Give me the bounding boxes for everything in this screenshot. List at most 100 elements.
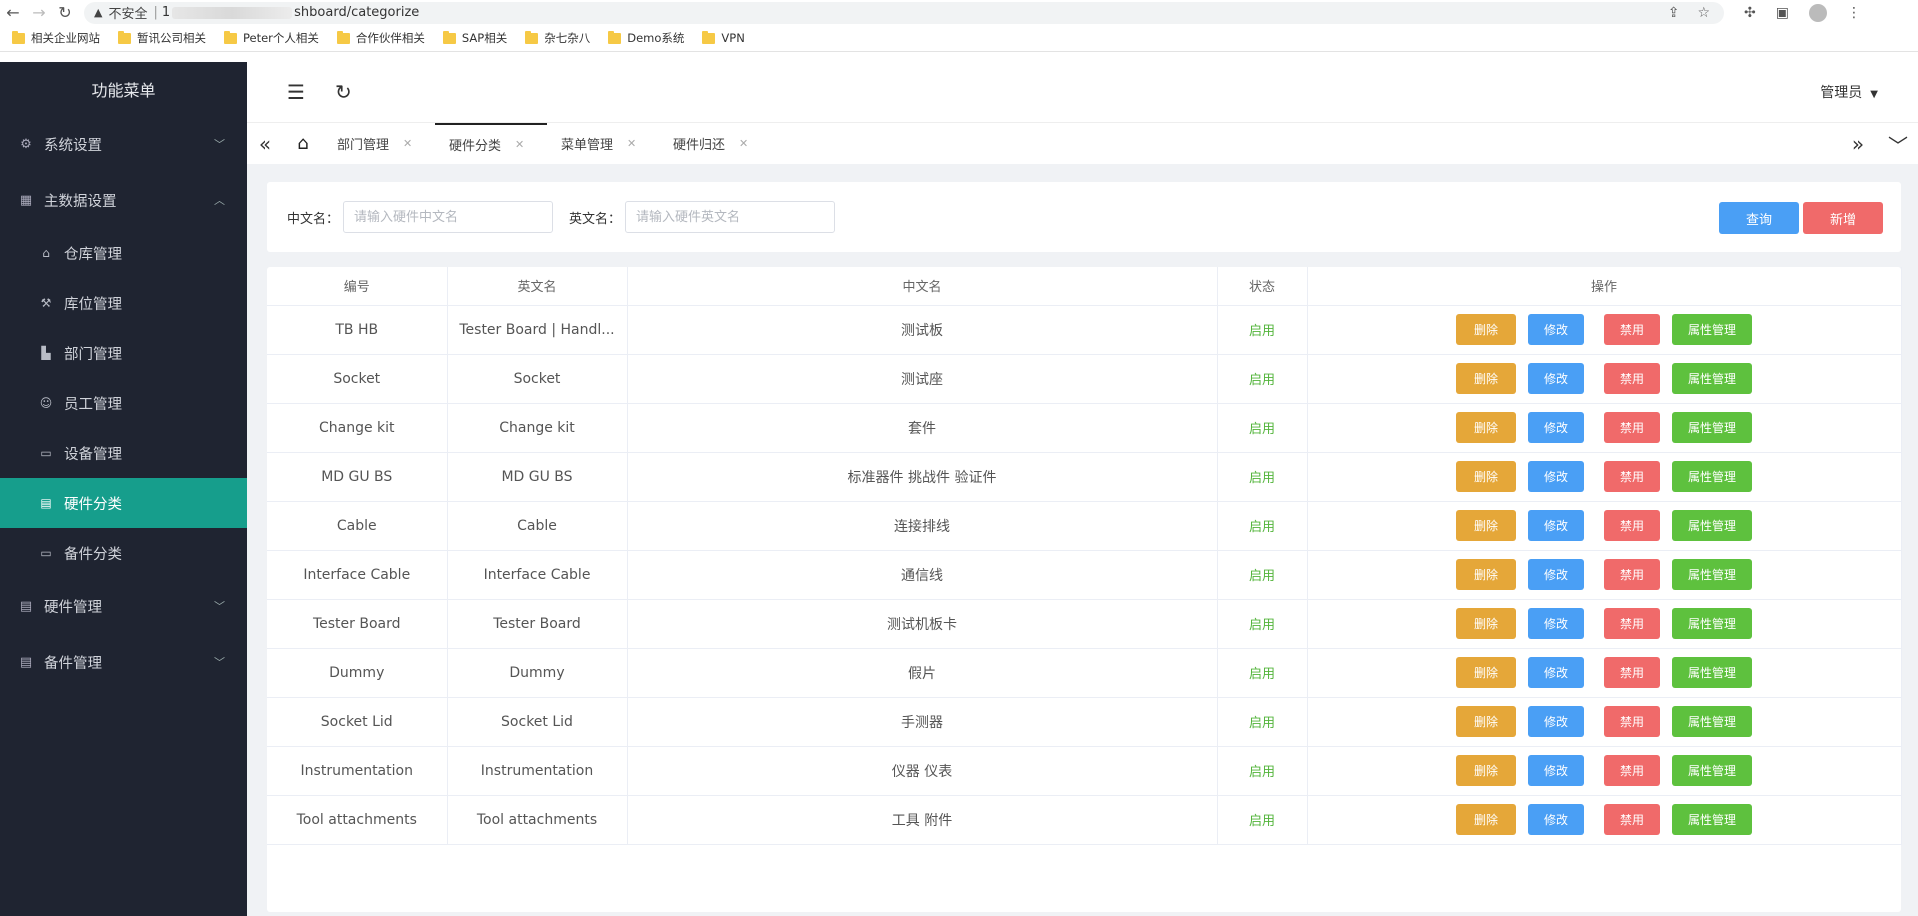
profile-avatar[interactable] bbox=[1808, 3, 1827, 22]
edit-button[interactable]: 修改 bbox=[1528, 363, 1584, 394]
attribute-management-button[interactable]: 属性管理 bbox=[1672, 608, 1752, 639]
edit-button[interactable]: 修改 bbox=[1528, 559, 1584, 590]
attribute-management-button[interactable]: 属性管理 bbox=[1672, 559, 1752, 590]
delete-button[interactable]: 删除 bbox=[1456, 608, 1516, 639]
bookmark-item[interactable]: Peter个人相关 bbox=[224, 30, 319, 46]
delete-button[interactable]: 删除 bbox=[1456, 657, 1516, 688]
bookmark-item[interactable]: SAP相关 bbox=[442, 30, 507, 46]
bookmark-item[interactable]: 合作伙伴相关 bbox=[336, 30, 425, 46]
edit-button[interactable]: 修改 bbox=[1528, 608, 1584, 639]
extensions-icon[interactable]: ✣ bbox=[1744, 5, 1756, 21]
edit-button[interactable]: 修改 bbox=[1528, 461, 1584, 492]
close-icon[interactable]: ✕ bbox=[403, 137, 412, 150]
cell-cn-name: 套件 bbox=[627, 403, 1218, 453]
delete-button[interactable]: 删除 bbox=[1456, 412, 1516, 443]
disable-button[interactable]: 禁用 bbox=[1604, 412, 1660, 443]
delete-button[interactable]: 删除 bbox=[1456, 559, 1516, 590]
edit-button[interactable]: 修改 bbox=[1528, 412, 1584, 443]
cell-status: 启用 bbox=[1217, 550, 1308, 600]
delete-button[interactable]: 删除 bbox=[1456, 363, 1516, 394]
disable-button[interactable]: 禁用 bbox=[1604, 510, 1660, 541]
close-icon[interactable]: ✕ bbox=[627, 137, 636, 150]
tab-department[interactable]: 部门管理 ✕ bbox=[323, 123, 435, 165]
delete-button[interactable]: 删除 bbox=[1456, 461, 1516, 492]
address-bar[interactable]: ▲ 不安全 | 1 shboard/categorize ⇪ ☆ bbox=[84, 1, 1724, 24]
disable-button[interactable]: 禁用 bbox=[1604, 608, 1660, 639]
bookmark-item[interactable]: VPN bbox=[702, 30, 745, 45]
user-menu[interactable]: 管理员 ▼ bbox=[1820, 82, 1878, 102]
share-icon[interactable]: ⇪ bbox=[1668, 5, 1680, 21]
bookmark-item[interactable]: 暂讯公司相关 bbox=[118, 30, 206, 46]
disable-button[interactable]: 禁用 bbox=[1604, 559, 1660, 590]
refresh-icon[interactable]: ↻ bbox=[335, 80, 352, 104]
menu-hardware[interactable]: ▤ 硬件管理 ﹀ bbox=[0, 578, 247, 634]
query-button[interactable]: 查询 bbox=[1719, 202, 1799, 234]
delete-button[interactable]: 删除 bbox=[1456, 706, 1516, 737]
kebab-menu-icon[interactable]: ⋮ bbox=[1847, 5, 1861, 21]
attribute-management-button[interactable]: 属性管理 bbox=[1672, 804, 1752, 835]
bookmark-item[interactable]: 相关企业网站 bbox=[12, 30, 100, 46]
close-icon[interactable]: ✕ bbox=[739, 137, 748, 150]
cell-cn-name: 工具 附件 bbox=[627, 795, 1218, 845]
disable-button[interactable]: 禁用 bbox=[1604, 755, 1660, 786]
close-icon[interactable]: ✕ bbox=[515, 138, 524, 151]
menu-master-data[interactable]: ▦ 主数据设置 ︿ bbox=[0, 172, 247, 228]
edit-button[interactable]: 修改 bbox=[1528, 657, 1584, 688]
cell-code: Cable bbox=[267, 501, 448, 551]
scroll-left-icon[interactable]: « bbox=[247, 132, 283, 156]
forward-arrow-icon[interactable]: → bbox=[26, 0, 52, 25]
sidebar-item-department[interactable]: ▙ 部门管理 bbox=[0, 328, 247, 378]
attribute-management-button[interactable]: 属性管理 bbox=[1672, 510, 1752, 541]
edit-button[interactable]: 修改 bbox=[1528, 804, 1584, 835]
edit-button[interactable]: 修改 bbox=[1528, 755, 1584, 786]
table-row: Interface Cable Interface Cable 通信线 启用 删除 修改禁… bbox=[267, 550, 1902, 600]
collapse-menu-icon[interactable]: ☰ bbox=[287, 80, 305, 104]
en-name-input[interactable] bbox=[625, 201, 836, 233]
warning-icon: ▲ bbox=[94, 6, 103, 19]
attribute-management-button[interactable]: 属性管理 bbox=[1672, 706, 1752, 737]
attribute-management-button[interactable]: 属性管理 bbox=[1672, 755, 1752, 786]
home-icon[interactable]: ⌂ bbox=[283, 133, 323, 154]
star-icon[interactable]: ☆ bbox=[1697, 5, 1710, 21]
disable-button[interactable]: 禁用 bbox=[1604, 461, 1660, 492]
edit-button[interactable]: 修改 bbox=[1528, 706, 1584, 737]
tab-menu-management[interactable]: 菜单管理 ✕ bbox=[547, 123, 659, 165]
attribute-management-button[interactable]: 属性管理 bbox=[1672, 461, 1752, 492]
delete-button[interactable]: 删除 bbox=[1456, 755, 1516, 786]
attribute-management-button[interactable]: 属性管理 bbox=[1672, 314, 1752, 345]
side-panel-icon[interactable]: ▣ bbox=[1776, 5, 1789, 21]
sidebar-item-spare-category[interactable]: ▭ 备件分类 bbox=[0, 528, 247, 578]
disable-button[interactable]: 禁用 bbox=[1604, 657, 1660, 688]
menu-system-settings[interactable]: ⚙ 系统设置 ﹀ bbox=[0, 116, 247, 172]
disable-button[interactable]: 禁用 bbox=[1604, 314, 1660, 345]
attribute-management-button[interactable]: 属性管理 bbox=[1672, 412, 1752, 443]
menu-spare-parts[interactable]: ▤ 备件管理 ﹀ bbox=[0, 634, 247, 690]
edit-button[interactable]: 修改 bbox=[1528, 510, 1584, 541]
delete-button[interactable]: 删除 bbox=[1456, 804, 1516, 835]
cell-status: 启用 bbox=[1217, 697, 1308, 747]
delete-button[interactable]: 删除 bbox=[1456, 510, 1516, 541]
attribute-management-button[interactable]: 属性管理 bbox=[1672, 363, 1752, 394]
delete-button[interactable]: 删除 bbox=[1456, 314, 1516, 345]
chevron-down-icon[interactable]: ﹀ bbox=[1878, 130, 1918, 159]
reload-icon[interactable]: ↻ bbox=[52, 0, 78, 25]
back-arrow-icon[interactable]: ← bbox=[0, 0, 26, 25]
disable-button[interactable]: 禁用 bbox=[1604, 804, 1660, 835]
cell-status: 启用 bbox=[1217, 452, 1308, 502]
edit-button[interactable]: 修改 bbox=[1528, 314, 1584, 345]
sidebar-item-hardware-category[interactable]: ▤ 硬件分类 bbox=[0, 478, 247, 528]
disable-button[interactable]: 禁用 bbox=[1604, 706, 1660, 737]
sidebar-item-employee[interactable]: ☺ 员工管理 bbox=[0, 378, 247, 428]
scroll-right-icon[interactable]: » bbox=[1838, 132, 1878, 156]
bookmark-item[interactable]: 杂七杂八 bbox=[525, 30, 590, 46]
disable-button[interactable]: 禁用 bbox=[1604, 363, 1660, 394]
attribute-management-button[interactable]: 属性管理 bbox=[1672, 657, 1752, 688]
sidebar-item-equipment[interactable]: ▭ 设备管理 bbox=[0, 428, 247, 478]
sidebar-item-location[interactable]: ⚒ 库位管理 bbox=[0, 278, 247, 328]
add-button[interactable]: 新增 bbox=[1803, 202, 1883, 234]
bookmark-item[interactable]: Demo系统 bbox=[608, 30, 684, 46]
cn-name-input[interactable] bbox=[343, 201, 554, 233]
tab-hardware-return[interactable]: 硬件归还 ✕ bbox=[659, 123, 771, 165]
tab-hardware-category[interactable]: 硬件分类 ✕ bbox=[435, 122, 547, 165]
sidebar-item-warehouse[interactable]: ⌂ 仓库管理 bbox=[0, 228, 247, 278]
